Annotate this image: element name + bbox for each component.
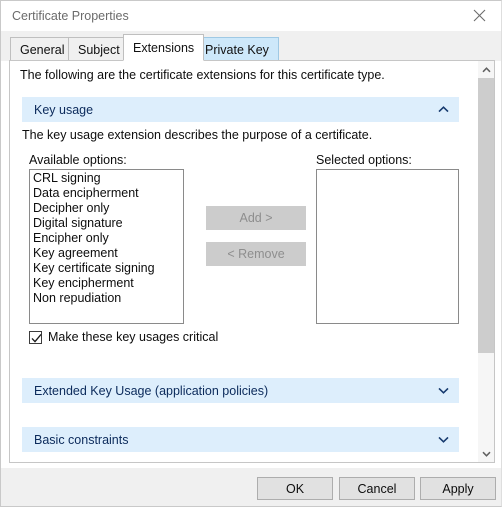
scroll-down-arrow-icon xyxy=(481,451,491,457)
intro-text: The following are the certificate extens… xyxy=(20,68,385,82)
checkmark-icon xyxy=(31,333,42,343)
scrollable-content: The following are the certificate extens… xyxy=(10,61,464,462)
dialog-footer: OK Cancel Apply xyxy=(1,467,501,506)
chevron-up-icon xyxy=(438,97,449,122)
list-item[interactable]: Key certificate signing xyxy=(30,261,183,276)
tab-strip: General Subject Extensions Private Key xyxy=(1,31,501,61)
tab-subject-label: Subject xyxy=(78,42,120,57)
selected-options-listbox[interactable] xyxy=(316,169,459,324)
vertical-scrollbar[interactable] xyxy=(477,61,494,462)
apply-button[interactable]: Apply xyxy=(420,477,496,500)
close-icon xyxy=(473,9,485,22)
tab-extensions-label: Extensions xyxy=(133,40,195,55)
selected-options-label: Selected options: xyxy=(316,153,412,167)
make-key-usages-critical-checkbox[interactable]: Make these key usages critical xyxy=(29,330,218,344)
ok-button[interactable]: OK xyxy=(257,477,333,500)
remove-button-label: < Remove xyxy=(227,247,285,261)
add-button-label: Add > xyxy=(239,211,273,225)
section-header-extended-key-usage-label: Extended Key Usage (application policies… xyxy=(34,383,269,398)
tab-private-key-label: Private Key xyxy=(205,42,269,57)
section-header-key-usage-label: Key usage xyxy=(34,102,94,117)
section-header-extended-key-usage[interactable]: Extended Key Usage (application policies… xyxy=(22,378,459,403)
add-button[interactable]: Add > xyxy=(206,206,306,230)
tab-general[interactable]: General xyxy=(10,37,75,61)
cancel-button[interactable]: Cancel xyxy=(339,477,415,500)
scroll-down-button[interactable] xyxy=(478,445,494,462)
section-header-basic-constraints[interactable]: Basic constraints xyxy=(22,427,459,452)
section-header-basic-constraints-label: Basic constraints xyxy=(34,432,129,447)
make-key-usages-critical-label: Make these key usages critical xyxy=(48,330,219,344)
tab-private-key[interactable]: Private Key xyxy=(195,37,279,61)
list-item[interactable]: CRL signing xyxy=(30,171,183,186)
tab-subject[interactable]: Subject xyxy=(68,37,130,61)
list-item[interactable]: Encipher only xyxy=(30,231,183,246)
list-item[interactable]: Digital signature xyxy=(30,216,183,231)
list-item[interactable]: Decipher only xyxy=(30,201,183,216)
scroll-up-button[interactable] xyxy=(478,61,494,78)
section-header-key-usage[interactable]: Key usage xyxy=(22,97,459,122)
chevron-down-icon xyxy=(438,378,449,403)
list-item[interactable]: Key encipherment xyxy=(30,276,183,291)
title-bar: Certificate Properties xyxy=(1,1,501,32)
chevron-down-icon xyxy=(438,427,449,452)
key-usage-description: The key usage extension describes the pu… xyxy=(22,128,373,142)
window-title: Certificate Properties xyxy=(12,9,129,23)
available-options-label: Available options: xyxy=(29,153,127,167)
certificate-properties-dialog: Certificate Properties General Subject E… xyxy=(0,0,502,507)
extensions-content-panel: The following are the certificate extens… xyxy=(9,60,495,463)
apply-button-label: Apply xyxy=(442,481,474,496)
ok-button-label: OK xyxy=(285,481,305,496)
close-button[interactable] xyxy=(457,1,501,30)
tab-extensions[interactable]: Extensions xyxy=(123,34,205,61)
scrollbar-thumb[interactable] xyxy=(478,78,494,353)
remove-button[interactable]: < Remove xyxy=(206,242,306,266)
list-item[interactable]: Non repudiation xyxy=(30,291,183,306)
cancel-button-label: Cancel xyxy=(357,481,397,496)
tab-general-label: General xyxy=(20,42,65,57)
scroll-up-arrow-icon xyxy=(481,66,491,72)
available-options-listbox[interactable]: CRL signing Data encipherment Decipher onl… xyxy=(29,169,184,324)
checkbox-box xyxy=(29,330,42,344)
list-item[interactable]: Key agreement xyxy=(30,246,183,261)
list-item[interactable]: Data encipherment xyxy=(30,186,183,201)
